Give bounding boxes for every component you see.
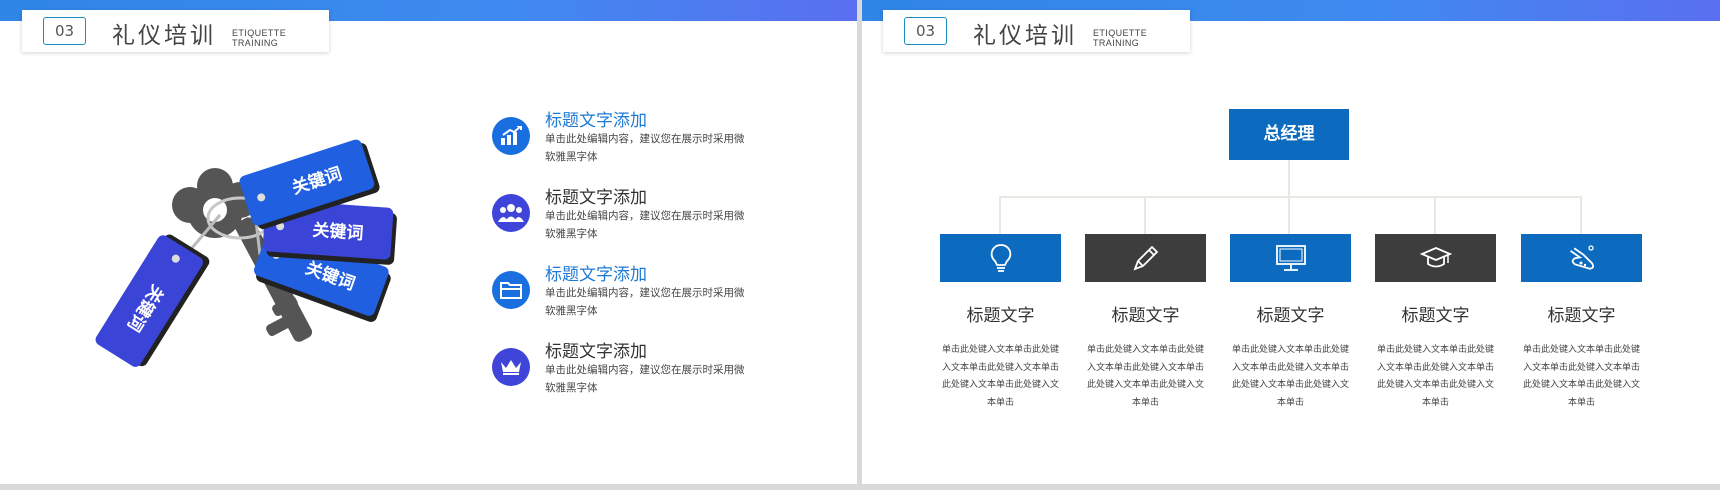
slide-left: 03 礼仪培训 ETIQUETTE TRAINING 关键词 关键词 关键词 关… — [0, 0, 857, 484]
connector-line — [1288, 196, 1290, 234]
list-item: 标题文字添加 单击此处编辑内容，建议您在展示时采用微软雅黑字体 — [492, 260, 752, 330]
pencil-icon — [1132, 245, 1158, 271]
unit-title: 标题文字 — [1547, 306, 1616, 326]
flask-icon — [1569, 245, 1594, 270]
unit-box-4 — [1375, 234, 1496, 282]
connector-line — [1580, 196, 1582, 234]
item-title: 标题文字添加 — [545, 342, 647, 362]
header-card: 03 礼仪培训 ETIQUETTE TRAINING — [883, 10, 1190, 52]
unit-box-1 — [940, 234, 1061, 282]
unit-box-2 — [1085, 234, 1206, 282]
header-card: 03 礼仪培训 ETIQUETTE TRAINING — [22, 10, 329, 52]
keyword-tag-4: 关键词 — [95, 234, 210, 367]
connector-line — [1288, 160, 1290, 196]
unit-title: 标题文字 — [1256, 306, 1325, 326]
item-title: 标题文字添加 — [545, 111, 647, 131]
graduation-cap-icon — [1419, 247, 1452, 268]
item-desc: 单击此处编辑内容，建议您在展示时采用微软雅黑字体 — [545, 287, 745, 317]
lightbulb-icon — [990, 244, 1011, 272]
list-item: 标题文字添加 单击此处编辑内容，建议您在展示时采用微软雅黑字体 — [492, 337, 752, 407]
connector-line — [1434, 196, 1436, 234]
unit-desc: 单击此处键入文本单击此处键入文本单击此处键入文本单击此处键入文本单击此处键入文本… — [1086, 345, 1204, 408]
connector-line — [999, 196, 1001, 234]
keys-illustration: 关键词 关键词 关键词 关键词 — [95, 139, 397, 367]
connector-line — [999, 196, 1581, 198]
item-desc: 单击此处编辑内容，建议您在展示时采用微软雅黑字体 — [545, 133, 745, 163]
section-number: 03 — [904, 17, 947, 45]
section-number: 03 — [43, 17, 86, 45]
unit-box-3 — [1230, 234, 1351, 282]
crown-icon — [492, 348, 530, 386]
slide-right: 03 礼仪培训 ETIQUETTE TRAINING 总经理 标题文字 单击此处… — [862, 0, 1720, 484]
list-item: 标题文字添加 单击此处编辑内容，建议您在展示时采用微软雅黑字体 — [492, 183, 752, 253]
unit-desc: 单击此处键入文本单击此处键入文本单击此处键入文本单击此处键入文本单击此处键入文本… — [1376, 345, 1494, 408]
unit-desc: 单击此处键入文本单击此处键入文本单击此处键入文本单击此处键入文本单击此处键入文本… — [1231, 345, 1349, 408]
page-subtitle: ETIQUETTE TRAINING — [1093, 28, 1148, 48]
page-title: 礼仪培训 — [973, 23, 1077, 49]
list-item: 标题文字添加 单击此处编辑内容，建议您在展示时采用微软雅黑字体 — [492, 106, 752, 176]
page-subtitle: ETIQUETTE TRAINING — [232, 28, 287, 48]
item-desc: 单击此处编辑内容，建议您在展示时采用微软雅黑字体 — [545, 210, 745, 240]
monitor-icon — [1275, 245, 1306, 271]
growth-chart-icon — [492, 117, 530, 155]
team-icon — [492, 194, 530, 232]
unit-title: 标题文字 — [1111, 306, 1180, 326]
unit-desc: 单击此处键入文本单击此处键入文本单击此处键入文本单击此处键入文本单击此处键入文本… — [941, 345, 1059, 408]
general-manager-box: 总经理 — [1229, 109, 1349, 160]
item-desc: 单击此处编辑内容，建议您在展示时采用微软雅黑字体 — [545, 364, 745, 394]
unit-box-5 — [1521, 234, 1642, 282]
folder-icon — [492, 271, 530, 309]
page-title: 礼仪培训 — [112, 23, 216, 49]
item-title: 标题文字添加 — [545, 265, 647, 285]
connector-line — [1144, 196, 1146, 234]
keyword-tag-2-label: 关键词 — [312, 220, 364, 245]
unit-title: 标题文字 — [966, 306, 1035, 326]
item-title: 标题文字添加 — [545, 188, 647, 208]
unit-desc: 单击此处键入文本单击此处键入文本单击此处键入文本单击此处键入文本单击此处键入文本… — [1522, 345, 1640, 408]
unit-title: 标题文字 — [1401, 306, 1470, 326]
